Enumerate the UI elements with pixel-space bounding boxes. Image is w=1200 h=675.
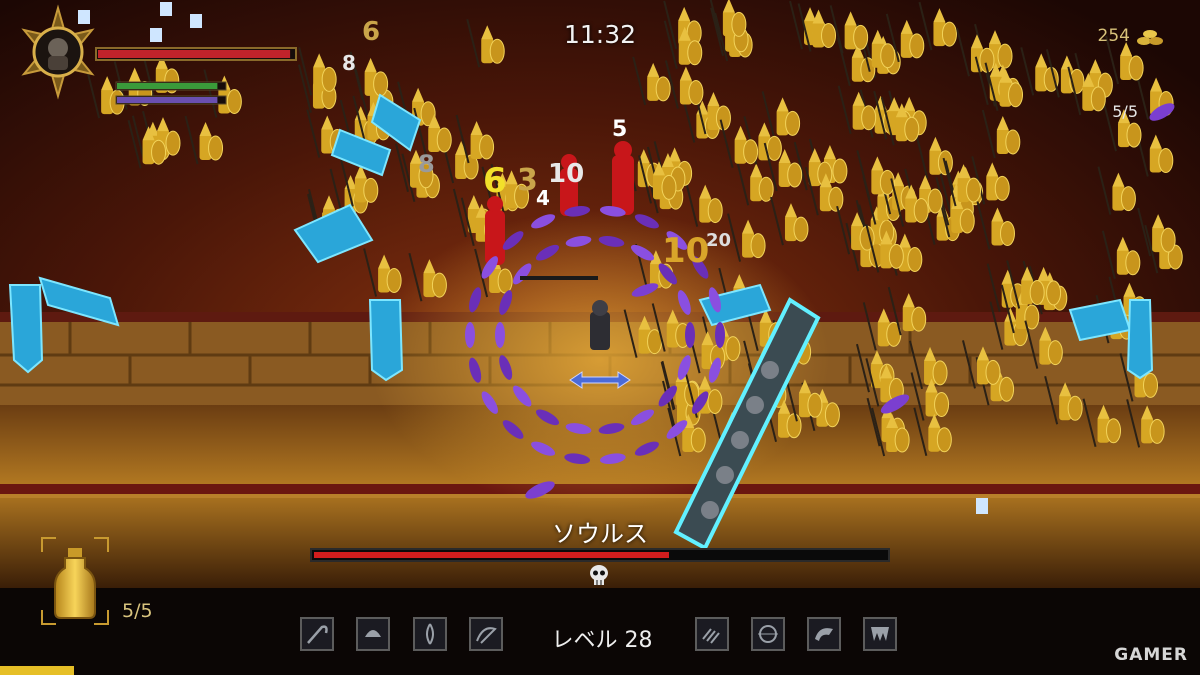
web-icon xyxy=(758,625,778,643)
player-level: レベル 28 xyxy=(551,628,653,653)
damage-number: 8 xyxy=(342,51,356,75)
skull-icon xyxy=(590,565,608,585)
run-timer: 11:32 xyxy=(563,20,637,49)
damage-number: 8 xyxy=(418,150,435,178)
purple-projectile xyxy=(465,322,475,348)
damage-number: 10 xyxy=(548,159,584,189)
skill-slot-claw[interactable] xyxy=(695,617,729,651)
skill-slot-helmet[interactable] xyxy=(356,617,390,651)
skill-slot-scythe[interactable] xyxy=(300,617,334,651)
damage-number: 6 xyxy=(483,161,507,201)
skill-slot-tentacle[interactable] xyxy=(413,617,447,651)
helmet-icon xyxy=(365,630,381,637)
top-right-counter: 5/5 xyxy=(1112,102,1138,121)
damage-number: 3 xyxy=(517,163,538,198)
damage-number: 20 xyxy=(706,230,731,251)
purple-projectile xyxy=(495,322,505,348)
damage-number: 5 xyxy=(612,117,627,142)
watermark: GAMER xyxy=(1114,645,1188,665)
skill-slot-whip[interactable] xyxy=(469,617,503,651)
healing-flask-icon[interactable] xyxy=(40,536,110,626)
damage-number: 6 xyxy=(362,17,380,47)
flask-count: 5/5 xyxy=(122,600,153,622)
skill-slot-web[interactable] xyxy=(751,617,785,651)
boss-health-bar xyxy=(310,548,890,562)
damage-number: 4 xyxy=(536,186,550,210)
purple-projectile xyxy=(715,322,725,348)
whip-icon xyxy=(476,627,497,644)
purple-projectile xyxy=(685,322,695,348)
damage-number: 10 xyxy=(662,231,709,271)
experience-bar xyxy=(0,666,74,675)
gold-coins-icon xyxy=(1137,30,1163,45)
tentacle-icon xyxy=(426,623,434,645)
skill-slot-horn[interactable] xyxy=(807,617,841,651)
player-mana-bar xyxy=(115,95,227,105)
gold-counter: 254 xyxy=(1097,26,1130,46)
claw-icon xyxy=(702,628,720,644)
boss-name: ソウルス xyxy=(552,520,648,548)
player-stamina-bar xyxy=(115,81,227,91)
scythe-icon xyxy=(307,625,328,644)
fang-icon xyxy=(871,627,889,641)
player-health-bar xyxy=(95,47,297,61)
boss-health-fill xyxy=(314,552,669,558)
horn-icon xyxy=(815,628,833,641)
skill-slot-fang[interactable] xyxy=(863,617,897,651)
